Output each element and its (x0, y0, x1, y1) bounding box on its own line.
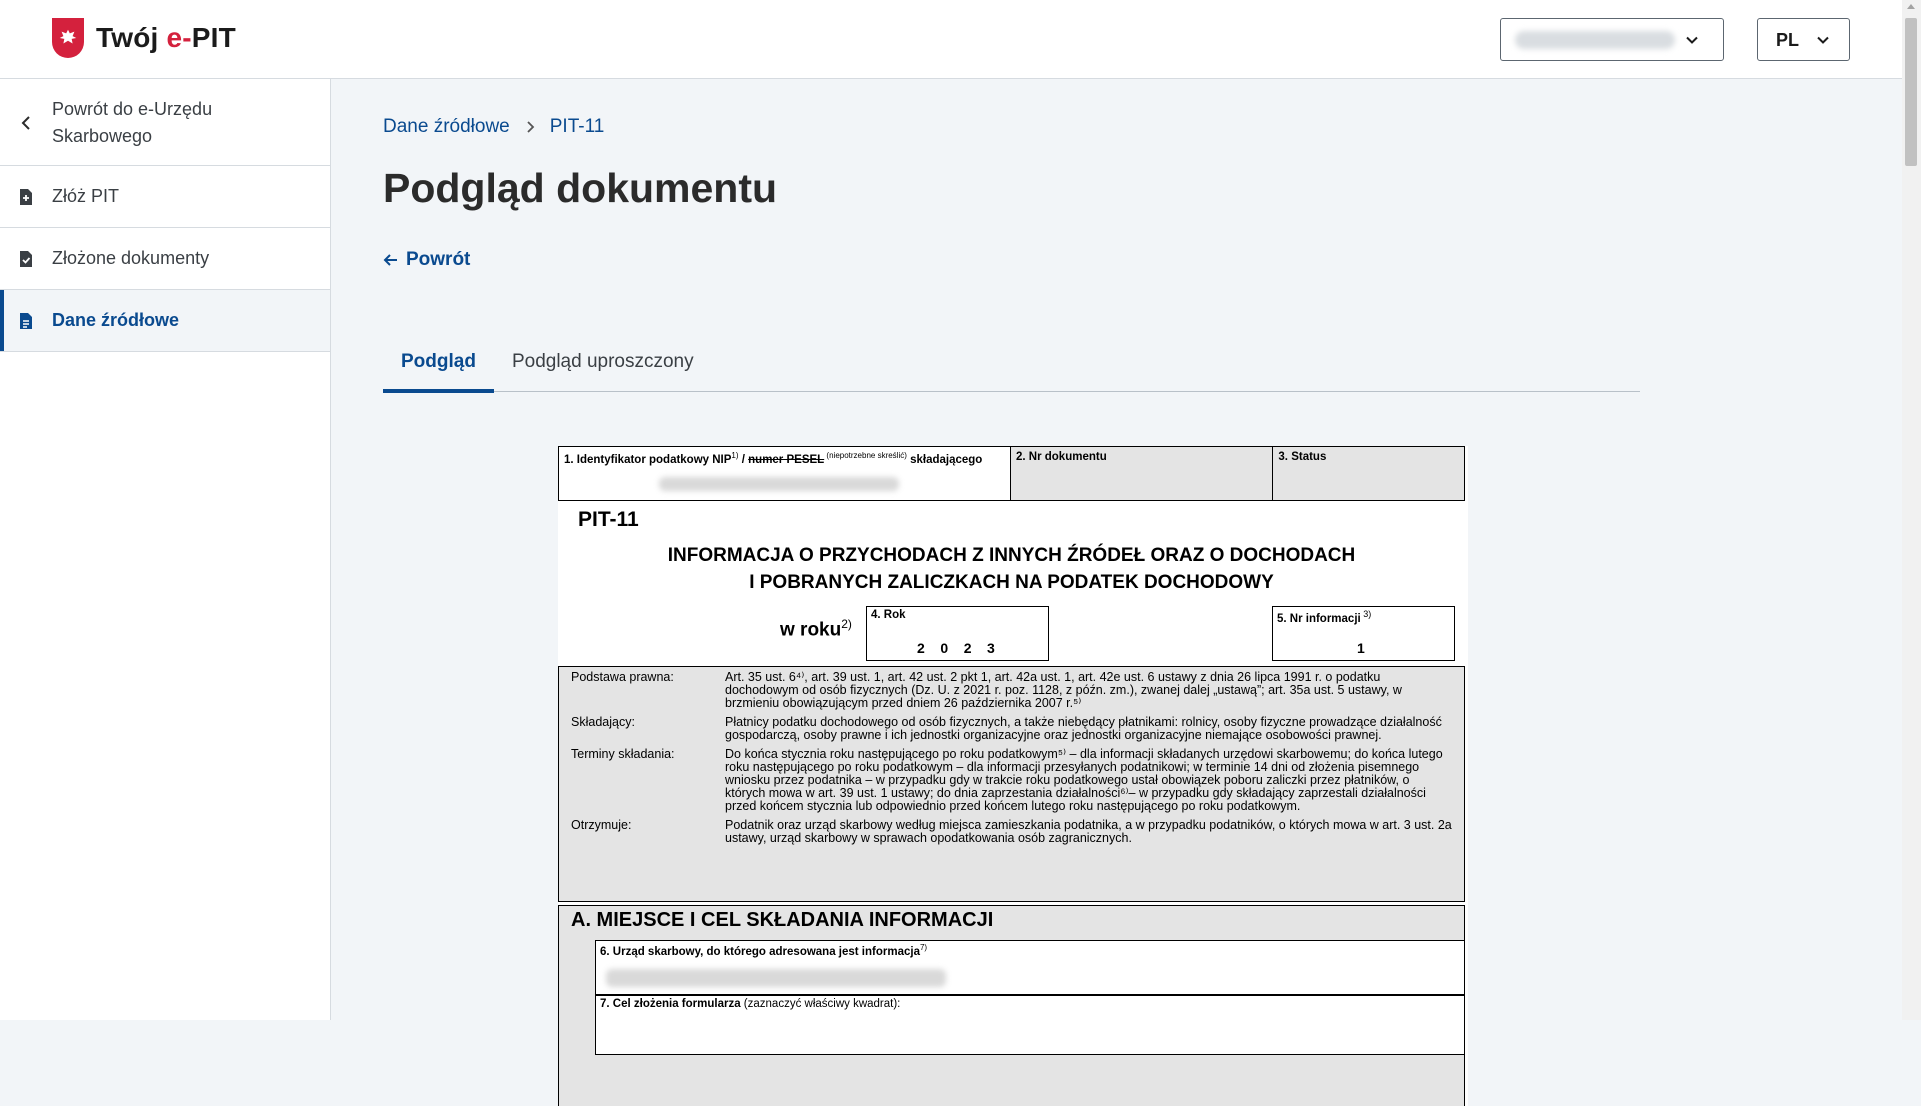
legal-basis-block: Podstawa prawna: Art. 35 ust. 6⁴⁾, art. 3… (558, 666, 1465, 902)
chevron-down-icon (1817, 36, 1829, 44)
tabs: Podgląd Podgląd uproszczony (383, 347, 1640, 393)
field-2-nr-dokumentu: 2. Nr dokumentu (1010, 447, 1274, 500)
field-3-status: 3. Status (1273, 447, 1464, 500)
document-icon (17, 312, 35, 330)
w-roku-label: w roku2) (780, 617, 852, 641)
section-a-title: A. MIEJSCE I CEL SKŁADANIA INFORMACJI (571, 909, 994, 931)
sidebar-item-zloz-pit[interactable]: Złóż PIT (0, 166, 330, 228)
chevron-down-icon (1686, 36, 1698, 44)
arrow-left-icon (383, 254, 397, 266)
polish-eagle-icon (52, 18, 84, 58)
breadcrumb-current[interactable]: PIT-11 (550, 116, 605, 138)
tab-podglad-uproszczony[interactable]: Podgląd uproszczony (494, 347, 712, 392)
legal-row: Podstawa prawna: Art. 35 ust. 6⁴⁾, art. 3… (571, 670, 1402, 710)
sidebar-item-label: Złożone dokumenty (52, 248, 210, 268)
page-scrollbar[interactable] (1902, 0, 1921, 1020)
file-add-icon (17, 188, 35, 206)
field-7-cel-zlozenia: 7. Cel złożenia formularza (zaznaczyć wł… (595, 995, 1465, 1055)
chevron-left-icon (17, 114, 35, 132)
app-title: Twój e-PIT (96, 22, 236, 53)
scroll-up-arrow-icon[interactable] (1907, 4, 1915, 9)
rok-value: 2 0 2 3 (917, 640, 995, 656)
sidebar-back-link[interactable]: Powrót do e-Urzędu Skarbowego (0, 79, 330, 166)
form-title: INFORMACJA O PRZYCHODACH Z INNYCH ŹRÓDEŁ… (667, 545, 1356, 593)
app-logo[interactable]: Twój e-PIT (52, 18, 236, 58)
field-4-rok: 4. Rok 2 0 2 3 (866, 606, 1049, 661)
form-name: PIT-11 (578, 508, 639, 531)
tab-podglad[interactable]: Podgląd (383, 347, 494, 393)
legal-row: Składający: Płatnicy podatku dochodowego … (571, 715, 1442, 742)
redacted-nip (659, 477, 899, 491)
sidebar-back-label: Powrót do e-Urzędu Skarbowego (52, 99, 213, 146)
chevron-right-icon (527, 121, 535, 133)
page-title: Podgląd dokumentu (383, 165, 778, 211)
sidebar: Powrót do e-Urzędu Skarbowego Złóż PIT Z… (0, 79, 331, 1020)
field-1-nip: 1. Identyfikator podatkowy NIP1) / numer… (559, 447, 1011, 500)
scrollbar-thumb[interactable] (1905, 18, 1917, 166)
breadcrumb: Dane źródłowe PIT-11 (383, 116, 604, 138)
back-link[interactable]: Powrót (383, 249, 470, 271)
field-5-nr-informacji: 5. Nr informacji 3) 1 (1272, 606, 1455, 661)
sidebar-item-dane-zrodlowe[interactable]: Dane źródłowe (0, 290, 330, 352)
language-label: PL (1776, 30, 1800, 50)
redacted-urzad (606, 969, 946, 987)
top-header: Twój e-PIT PL (0, 0, 1902, 79)
nr-informacji-value: 1 (1357, 640, 1365, 656)
file-check-icon (17, 250, 35, 268)
back-link-label: Powrót (406, 249, 471, 270)
profile-select[interactable] (1500, 18, 1724, 61)
sidebar-item-zlozone-dokumenty[interactable]: Złożone dokumenty (0, 228, 330, 290)
pit11-document-preview: 1. Identyfikator podatkowy NIP1) / numer… (558, 446, 1468, 1106)
doc-header-row: 1. Identyfikator podatkowy NIP1) / numer… (558, 446, 1465, 501)
breadcrumb-root[interactable]: Dane źródłowe (383, 116, 510, 138)
field-6-urzad-skarbowy: 6. Urząd skarbowy, do którego adresowana… (595, 940, 1465, 995)
section-a: A. MIEJSCE I CEL SKŁADANIA INFORMACJI 6.… (558, 905, 1465, 1106)
language-select[interactable]: PL (1757, 18, 1850, 61)
legal-row: Otrzymuje: Podatnik oraz urząd skarbowy w… (571, 818, 1452, 845)
sidebar-item-label: Złóż PIT (52, 186, 120, 206)
redacted-profile-name (1515, 31, 1675, 49)
legal-row: Terminy składania: Do końca stycznia roku… (571, 747, 1443, 813)
sidebar-item-label: Dane źródłowe (52, 310, 180, 330)
